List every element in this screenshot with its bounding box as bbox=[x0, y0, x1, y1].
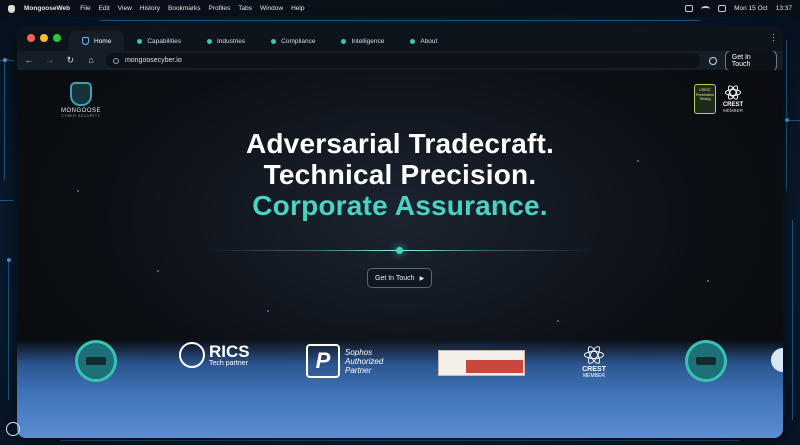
tab-label: Industries bbox=[216, 37, 246, 45]
menu-history[interactable]: History bbox=[140, 5, 160, 12]
crest-badges: CREST Penetration Testing CREST MEMBER bbox=[694, 83, 745, 114]
star-decoration bbox=[157, 270, 159, 272]
browser-toolbar: ← → ↻ ⌂ mongoosecyber.io Get In Touch bbox=[17, 49, 783, 72]
tab-intelligence[interactable]: Intelligence bbox=[328, 31, 397, 51]
rics-sub: Tech partner bbox=[209, 360, 248, 367]
minimize-window-button[interactable] bbox=[40, 34, 48, 42]
dot-icon bbox=[206, 38, 212, 44]
sophos-line-2: Authorized bbox=[345, 356, 384, 366]
divider-glow-dot bbox=[396, 247, 403, 254]
apple-icon[interactable] bbox=[8, 4, 15, 13]
crest-sub: MEMBER bbox=[723, 108, 743, 113]
browser-window: Home Capabilities Industries Compliance … bbox=[17, 26, 783, 438]
play-arrow-icon: ▶ bbox=[419, 275, 425, 282]
menu-tabs[interactable]: Tabs bbox=[238, 5, 252, 12]
menu-profiles[interactable]: Profiles bbox=[209, 5, 231, 12]
page-content: MONGOOSE CYBER SECURITY CREST Penetratio… bbox=[17, 70, 783, 438]
mac-menubar: MongooseWeb File Edit View History Bookm… bbox=[0, 0, 800, 17]
screen-icon[interactable] bbox=[685, 5, 694, 12]
menu-edit[interactable]: Edit bbox=[99, 5, 110, 12]
control-center-icon[interactable] bbox=[718, 5, 727, 12]
menu-help[interactable]: Help bbox=[291, 5, 304, 12]
crest-member-badge: CREST MEMBER bbox=[721, 83, 745, 113]
menu-file[interactable]: File bbox=[80, 5, 90, 12]
hero-line-1: Adversarial Tradecraft. bbox=[245, 128, 555, 159]
accessibility-icon[interactable] bbox=[6, 422, 20, 436]
rics-lion-icon bbox=[179, 342, 205, 368]
mongoose-shield-icon bbox=[70, 82, 92, 106]
get-in-touch-toolbar-button[interactable]: Get In Touch bbox=[724, 49, 777, 72]
tab-label: Home bbox=[94, 37, 112, 45]
tab-label: Intelligence bbox=[351, 37, 385, 45]
certificate-badge-image bbox=[438, 350, 525, 376]
mongoose-logo[interactable]: MONGOOSE CYBER SECURITY bbox=[55, 82, 107, 118]
crest-member-partner-logo: CREST MEMBER bbox=[579, 344, 609, 379]
window-controls bbox=[27, 34, 61, 42]
tab-home[interactable]: Home bbox=[69, 31, 125, 51]
sophos-line-3: Partner bbox=[345, 365, 372, 375]
tab-bar: Home Capabilities Industries Compliance … bbox=[17, 26, 783, 51]
tab-about[interactable]: About bbox=[397, 31, 450, 51]
get-in-touch-button[interactable]: Get In Touch ▶ bbox=[367, 268, 433, 288]
hero-line-3: Corporate Assurance. bbox=[252, 190, 548, 221]
menu-bookmarks[interactable]: Bookmarks bbox=[168, 5, 201, 12]
sophos-line-1: Sophos bbox=[345, 347, 373, 357]
rics-name: RICS bbox=[209, 342, 250, 361]
sophos-p-icon: P bbox=[306, 344, 340, 378]
menu-window[interactable]: Window bbox=[260, 5, 283, 12]
crest-atom-icon bbox=[723, 83, 743, 102]
crest-atom-icon bbox=[582, 344, 606, 366]
sophos-authorized-partner-logo: P Sophos Authorized Partner bbox=[306, 344, 383, 378]
dot-icon bbox=[271, 38, 277, 44]
tab-label: Compliance bbox=[281, 37, 316, 45]
more-menu-icon[interactable]: · · · bbox=[772, 30, 775, 45]
tab-capabilities[interactable]: Capabilities bbox=[124, 31, 194, 51]
hero-heading: Adversarial Tradecraft. Technical Precis… bbox=[17, 128, 783, 221]
crest-penetration-testing-badge: CREST Penetration Testing bbox=[694, 84, 716, 114]
menubar-date[interactable]: Mon 15 Oct bbox=[734, 5, 768, 12]
dot-icon bbox=[341, 38, 347, 44]
profile-icon[interactable] bbox=[708, 56, 717, 65]
menubar-time[interactable]: 13:37 bbox=[776, 5, 792, 12]
partner-seal-icon bbox=[685, 340, 727, 382]
forward-arrow-icon[interactable]: → bbox=[44, 56, 56, 65]
reload-icon[interactable]: ↻ bbox=[64, 56, 76, 65]
partner-logos-band: RICS Tech partner P Sophos Authorized Pa… bbox=[17, 340, 783, 438]
tab-label: About bbox=[420, 37, 438, 45]
dot-icon bbox=[137, 38, 143, 44]
crest-partner-sub: MEMBER bbox=[583, 373, 605, 379]
rics-tech-partner-logo: RICS Tech partner bbox=[179, 342, 250, 368]
address-bar[interactable]: mongoosecyber.io bbox=[105, 53, 700, 68]
url-text: mongoosecyber.io bbox=[124, 57, 182, 64]
back-arrow-icon[interactable]: ← bbox=[23, 56, 35, 65]
dot-icon bbox=[410, 38, 416, 44]
logo-tagline: CYBER SECURITY bbox=[61, 114, 101, 118]
close-window-button[interactable] bbox=[27, 34, 35, 42]
hero-line-2: Technical Precision. bbox=[263, 159, 537, 190]
tab-industries[interactable]: Industries bbox=[194, 31, 258, 51]
site-info-icon[interactable] bbox=[112, 57, 119, 64]
app-name[interactable]: MongooseWeb bbox=[24, 5, 70, 12]
partner-seal-icon bbox=[75, 340, 117, 382]
crest-partner-label: CREST bbox=[582, 366, 606, 373]
tab-compliance[interactable]: Compliance bbox=[258, 31, 328, 51]
home-icon[interactable]: ⌂ bbox=[85, 56, 97, 65]
menu-view[interactable]: View bbox=[118, 5, 132, 12]
star-decoration bbox=[707, 280, 709, 282]
wifi-icon[interactable] bbox=[701, 5, 711, 12]
partner-seal-partial-icon bbox=[771, 348, 783, 372]
maximize-window-button[interactable] bbox=[53, 34, 61, 42]
tab-label: Capabilities bbox=[147, 37, 181, 45]
star-decoration bbox=[557, 320, 559, 322]
star-decoration bbox=[267, 310, 269, 312]
shield-icon bbox=[82, 37, 89, 45]
cta-label: Get In Touch bbox=[375, 274, 415, 282]
